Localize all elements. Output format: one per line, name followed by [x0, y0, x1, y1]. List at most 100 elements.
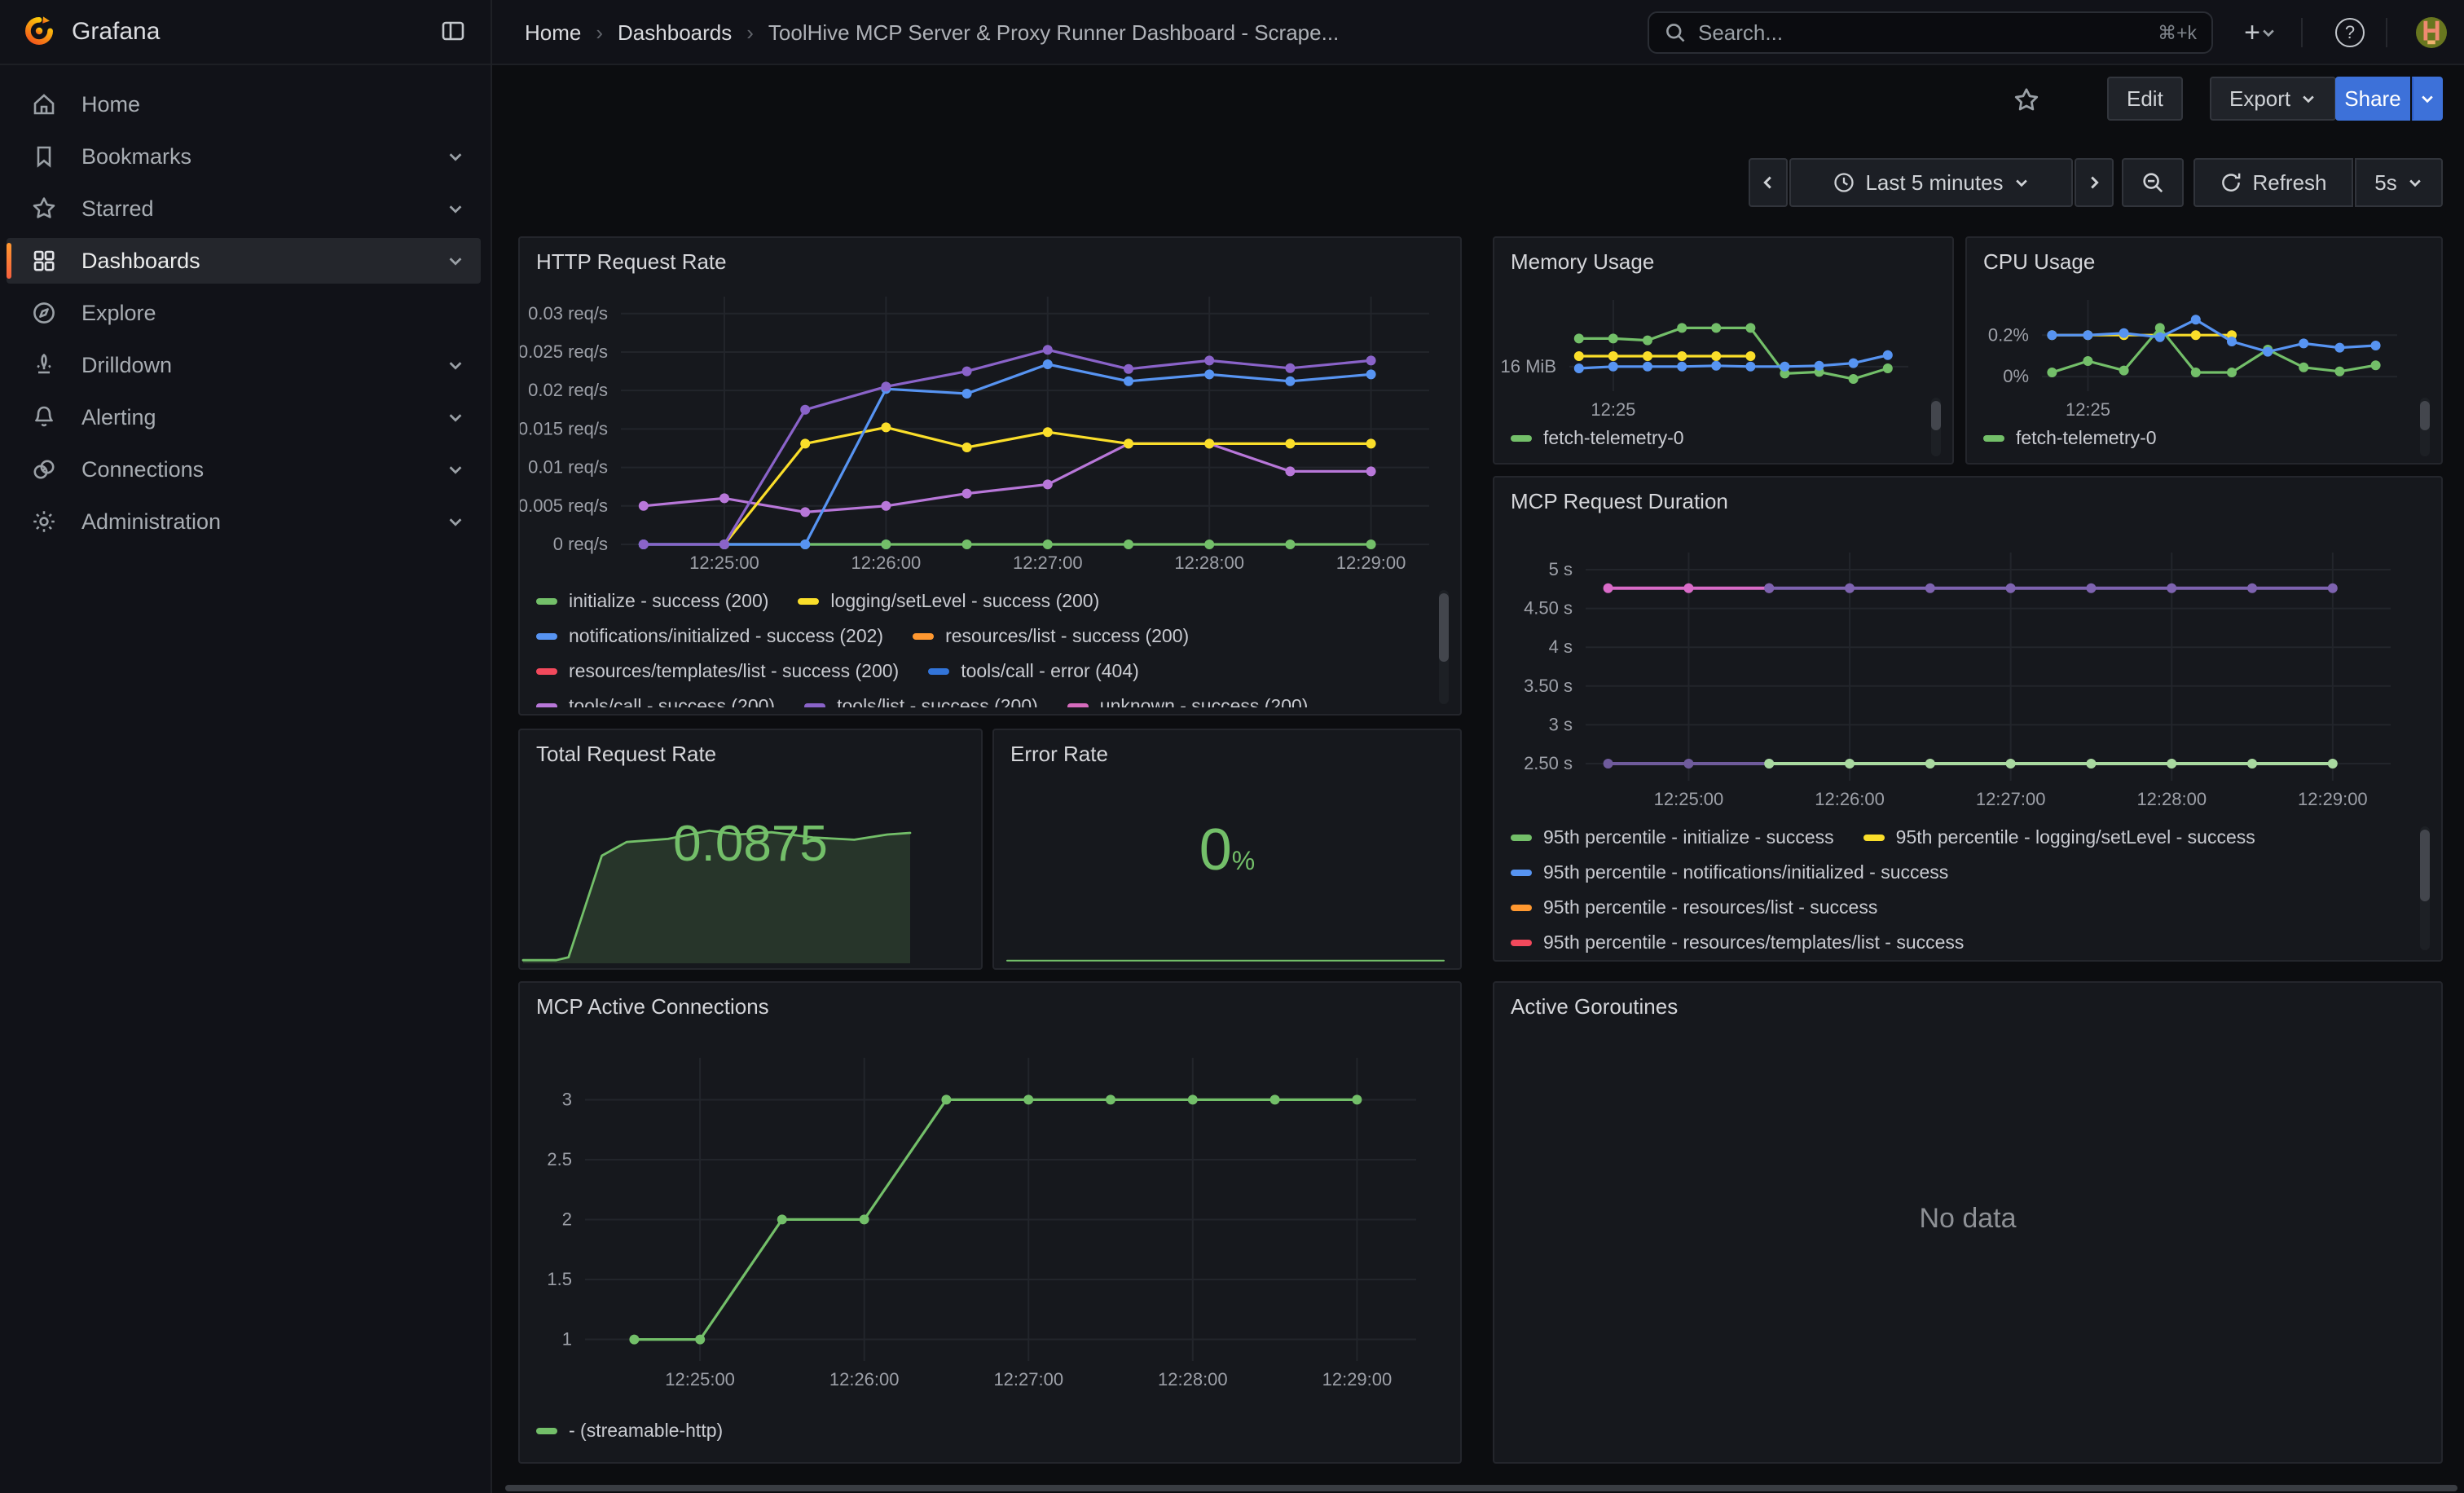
sidebar-item-explore[interactable]: Explore — [7, 290, 481, 336]
help-button[interactable]: ? — [2327, 0, 2373, 65]
cpu-usage-chart[interactable]: 12:250.2%0% — [1970, 290, 2413, 417]
legend-item[interactable]: fetch-telemetry-0 — [1983, 427, 2157, 449]
sidebar-item-home[interactable]: Home — [7, 81, 481, 127]
y-tick-label: 0% — [2003, 366, 2029, 386]
zoom-out-button[interactable] — [2122, 158, 2184, 207]
x-tick-label: 12:25 — [1591, 399, 1635, 420]
legend-item[interactable]: resources/list - success (200) — [913, 625, 1189, 647]
sidebar-item-alerting[interactable]: Alerting — [7, 394, 481, 440]
panel-title[interactable]: Total Request Rate — [536, 742, 716, 767]
x-tick-label: 12:26:00 — [829, 1369, 900, 1390]
share-button[interactable]: Share — [2335, 77, 2410, 121]
legend-item[interactable]: fetch-telemetry-0 — [1511, 427, 1684, 449]
refresh-icon — [2220, 171, 2242, 194]
grafana-logo-icon[interactable] — [23, 15, 55, 54]
legend-item[interactable]: resources/templates/list - success (200) — [536, 660, 899, 682]
sidebar-item-administration[interactable]: Administration — [7, 499, 481, 544]
search-input[interactable]: Search... ⌘+k — [1648, 11, 2213, 54]
time-range-picker[interactable]: Last 5 minutes — [1789, 158, 2073, 207]
legend-label: fetch-telemetry-0 — [1543, 427, 1684, 449]
legend-color-pill — [804, 703, 825, 708]
panel-title[interactable]: MCP Request Duration — [1511, 489, 1728, 514]
sidebar-item-drilldown[interactable]: Drilldown — [7, 342, 481, 388]
panel-title[interactable]: Error Rate — [1010, 742, 1108, 767]
legend-item[interactable]: tools/list - success (200) — [804, 695, 1038, 707]
connections-legend: - (streamable-http) — [536, 1420, 723, 1455]
error-rate-sparkline[interactable] — [1007, 939, 1444, 962]
panel-active-goroutines: Active Goroutines No data — [1493, 981, 2443, 1464]
chevron-down-icon[interactable] — [447, 246, 464, 276]
legend-scrollbar[interactable] — [1931, 398, 1941, 456]
y-tick-label: 4 s — [1549, 636, 1573, 657]
legend-item[interactable]: logging/setLevel - success (200) — [798, 590, 1099, 612]
chevron-down-icon[interactable] — [447, 142, 464, 172]
legend-color-pill — [1863, 835, 1885, 841]
avatar-image — [2416, 17, 2447, 48]
legend-item[interactable]: unknown - success (200) — [1067, 695, 1309, 707]
horizontal-scrollbar[interactable] — [505, 1485, 2457, 1491]
chevron-down-icon[interactable] — [447, 194, 464, 224]
edit-button[interactable]: Edit — [2107, 77, 2183, 121]
favorite-star-icon[interactable] — [2013, 86, 2040, 121]
legend-item[interactable]: initialize - success (200) — [536, 590, 768, 612]
chevron-down-icon[interactable] — [447, 350, 464, 381]
chevron-down-icon[interactable] — [447, 403, 464, 433]
sidebar-item-starred[interactable]: Starred — [7, 186, 481, 231]
sidebar-item-dashboards[interactable]: Dashboards — [7, 238, 481, 284]
legend-item[interactable]: 95th percentile - resources/list - succe… — [1511, 896, 1877, 918]
time-range-label: Last 5 minutes — [1865, 170, 2003, 196]
http-request-rate-chart[interactable]: 12:25:0012:26:0012:27:0012:28:0012:29:00… — [530, 290, 1442, 580]
legend-scrollbar[interactable] — [1439, 590, 1449, 704]
panel-mcp-active-connections: MCP Active Connections 12:25:0012:26:001… — [518, 981, 1462, 1464]
sidebar-toggle-icon[interactable] — [440, 18, 466, 51]
x-tick-label: 12:29:00 — [1336, 553, 1406, 573]
legend-label: unknown - success (200) — [1100, 695, 1309, 707]
x-tick-label: 12:28:00 — [1174, 553, 1244, 573]
y-tick-label: 2.5 — [547, 1149, 572, 1169]
legend-item[interactable]: tools/call - success (200) — [536, 695, 775, 707]
legend-item[interactable]: 95th percentile - resources/templates/li… — [1511, 931, 1964, 953]
sidebar-item-bookmarks[interactable]: Bookmarks — [7, 134, 481, 179]
mcp-active-connections-chart[interactable]: 12:25:0012:26:0012:27:0012:28:0012:29:00… — [530, 1038, 1442, 1403]
chevron-down-icon — [2407, 174, 2423, 191]
memory-usage-chart[interactable]: 12:2516 MiB — [1498, 290, 1925, 417]
legend-color-pill — [1511, 835, 1532, 841]
legend-item[interactable]: 95th percentile - initialize - success — [1511, 826, 1834, 848]
panel-title[interactable]: Active Goroutines — [1511, 994, 1678, 1020]
breadcrumb-home[interactable]: Home — [525, 20, 581, 46]
chevron-down-icon[interactable] — [447, 507, 464, 537]
user-avatar[interactable] — [2409, 0, 2454, 65]
panel-title[interactable]: Memory Usage — [1511, 249, 1654, 275]
panel-title[interactable]: MCP Active Connections — [536, 994, 769, 1020]
panel-title[interactable]: CPU Usage — [1983, 249, 2095, 275]
x-tick-label: 12:28:00 — [2136, 789, 2207, 809]
legend-item[interactable]: notifications/initialized - success (202… — [536, 625, 883, 647]
panel-title[interactable]: HTTP Request Rate — [536, 249, 727, 275]
time-forward-button[interactable] — [2075, 158, 2114, 207]
legend-scrollbar[interactable] — [2420, 826, 2430, 950]
legend-item[interactable]: 95th percentile - notifications/initiali… — [1511, 861, 1948, 883]
breadcrumb-dashboards[interactable]: Dashboards — [618, 20, 732, 46]
legend-item[interactable]: tools/call - error (404) — [928, 660, 1139, 682]
legend-label: resources/templates/list - success (200) — [569, 660, 899, 682]
x-tick-label: 12:25:00 — [1654, 789, 1724, 809]
brand-title: Grafana — [72, 18, 160, 46]
legend-item[interactable]: - (streamable-http) — [536, 1420, 723, 1442]
refresh-button[interactable]: Refresh — [2193, 158, 2353, 207]
refresh-interval-select[interactable]: 5s — [2355, 158, 2443, 207]
chevron-down-icon[interactable] — [447, 455, 464, 485]
breadcrumb: Home › Dashboards › ToolHive MCP Server … — [525, 0, 1339, 65]
legend-item[interactable]: 95th percentile - logging/setLevel - suc… — [1863, 826, 2255, 848]
time-back-button[interactable] — [1749, 158, 1788, 207]
x-tick-label: 12:27:00 — [993, 1369, 1063, 1390]
legend-scrollbar[interactable] — [2420, 398, 2430, 456]
mcp-request-duration-chart[interactable]: 12:25:0012:26:0012:27:0012:28:0012:29:00… — [1504, 540, 2410, 817]
y-tick-label: 3 — [562, 1089, 572, 1109]
sidebar-item-connections[interactable]: Connections — [7, 447, 481, 492]
x-tick-label: 12:29:00 — [2298, 789, 2368, 809]
add-button[interactable]: + — [2236, 0, 2285, 65]
share-menu-button[interactable] — [2412, 77, 2443, 121]
legend-color-pill — [913, 633, 934, 640]
export-button[interactable]: Export — [2210, 77, 2336, 121]
legend-color-pill — [798, 598, 819, 605]
